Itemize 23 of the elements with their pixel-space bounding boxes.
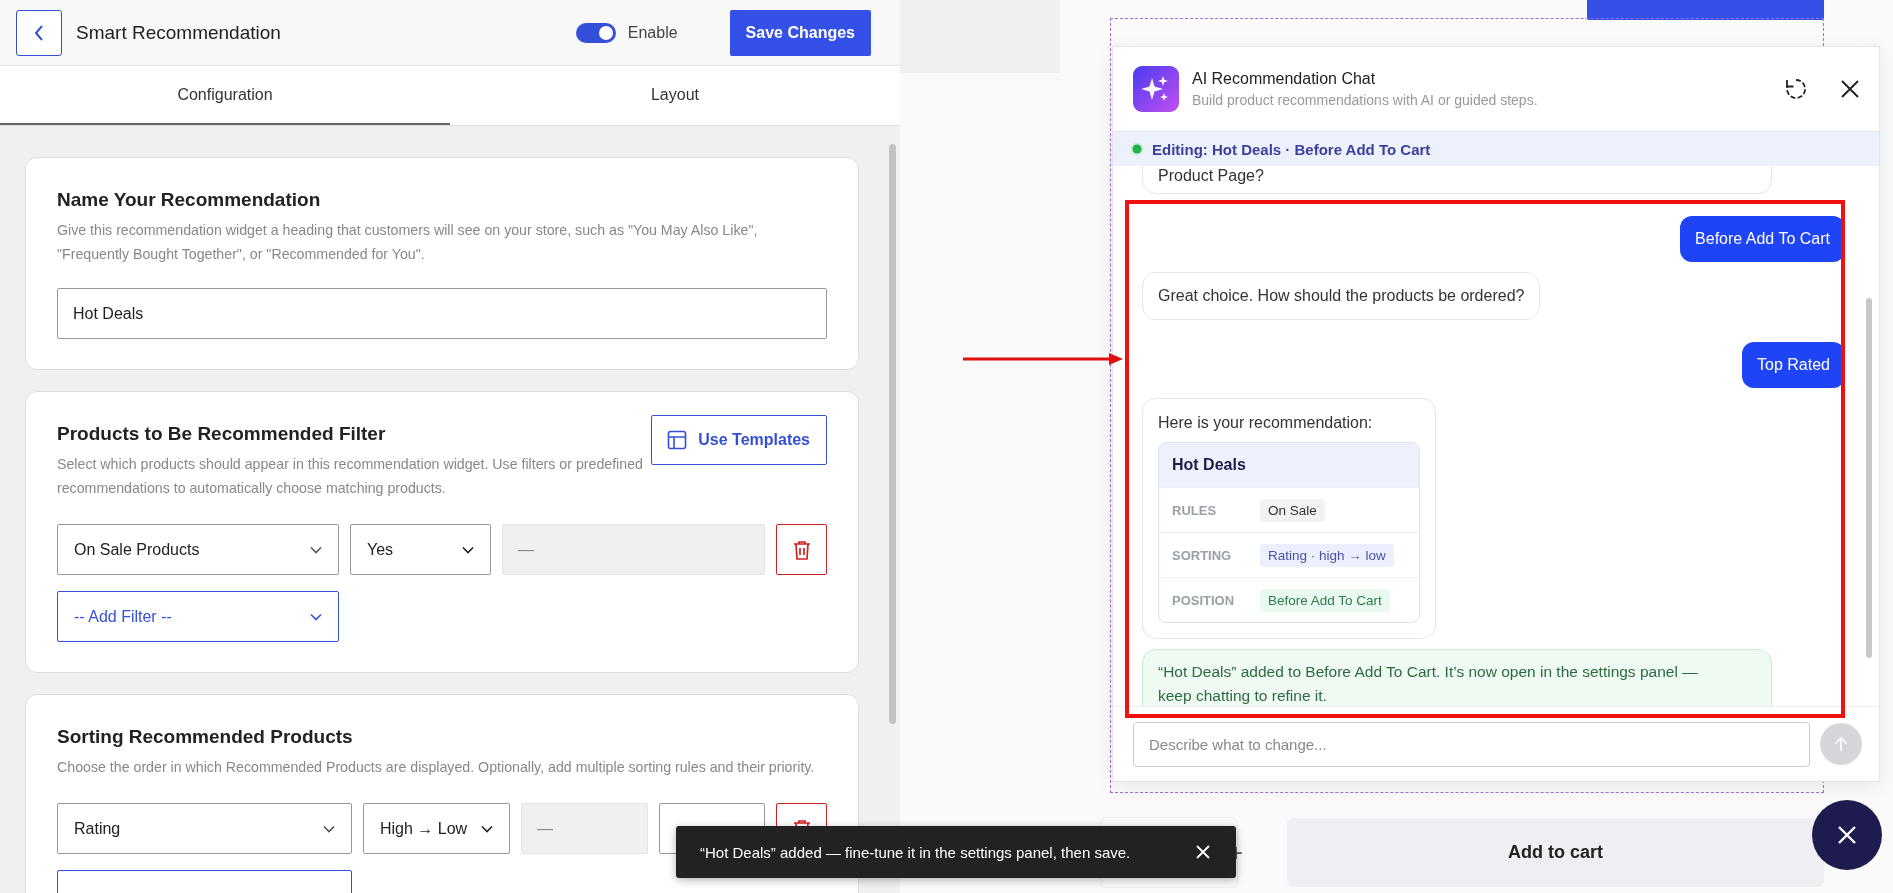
- chat-subtitle: Build product recommendations with AI or guided steps.: [1192, 92, 1539, 108]
- bot-message: Here is your recommendation:: [1158, 414, 1374, 432]
- value-tag: On Sale: [1260, 498, 1325, 522]
- row-label: POSITION: [1172, 592, 1236, 608]
- page-title: Smart Recommendation: [76, 21, 281, 44]
- row-label: SORTING: [1172, 547, 1233, 563]
- section-title: Sorting Recommended Products: [57, 726, 354, 748]
- editing-status: Editing: Hot Deals · Before Add To Cart: [1152, 140, 1431, 158]
- toast-message: “Hot Deals” added — fine-tune it in the settings panel, then save.: [700, 843, 1131, 861]
- section-title: Name Your Recommendation: [57, 189, 322, 211]
- toggle-label: Enable: [627, 23, 678, 42]
- summary-title: Hot Deals: [1159, 443, 1419, 487]
- section-description: Choose the order in which Recommended Products are displayed. Optionally, add multiple sorting rules and their priority.: [57, 758, 816, 777]
- row-label: RULES: [1172, 502, 1218, 518]
- section-description: Select which products should appear in this recommendation widget. Use filters or predefined recommendations to automatically choose matching products.: [57, 455, 644, 498]
- bot-message: Great choice. How should the products be ordered?: [1142, 272, 1541, 320]
- value-tag: Rating · high → low: [1260, 543, 1394, 567]
- chat-title: AI Recommendation Chat: [1192, 70, 1377, 88]
- success-message: “Hot Deals” added to Before Add To Cart. It’s now open in the settings panel — keep chatting to refine it.: [1142, 649, 1772, 706]
- value-tag: Before Add To Cart: [1260, 588, 1390, 612]
- section-title: Products to Be Recommended Filter: [57, 423, 387, 445]
- section-description: Give this recommendation widget a heading that customers will see on your store, such as "You May Also Like", "Frequently Bought Together", or "Recommended for You".: [57, 221, 759, 264]
- bot-message: Product Page?: [1142, 166, 1772, 194]
